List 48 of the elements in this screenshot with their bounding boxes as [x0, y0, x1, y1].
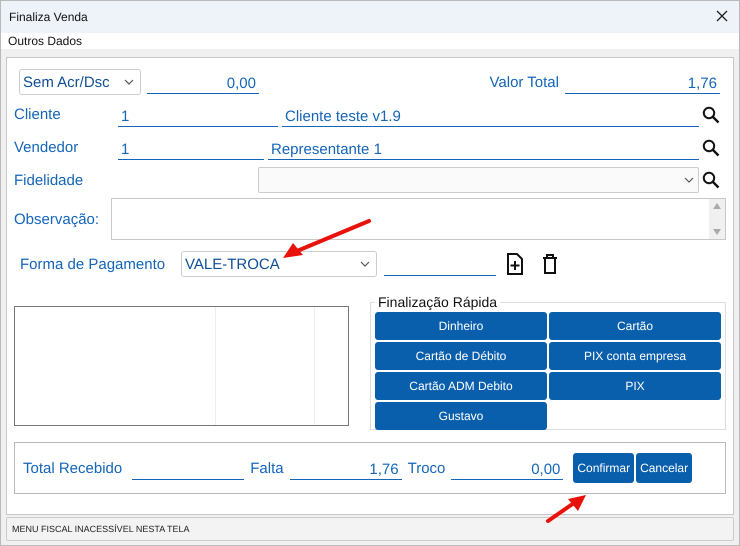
chevron-down-icon	[360, 261, 370, 267]
adjustment-field[interactable]: 0,00	[147, 70, 259, 94]
totals-label: Total Recebido	[23, 460, 122, 476]
name-field[interactable]: Representante 1	[268, 136, 699, 160]
totals-label: Troco	[408, 460, 446, 476]
group-title: Finalização Rápida	[377, 294, 498, 310]
confirm-button[interactable]: Confirmar	[573, 453, 634, 483]
payment-select[interactable]: VALE-TROCA	[181, 251, 377, 277]
status-text: MENU FISCAL INACESSÍVEL NESTA TELA	[12, 524, 190, 534]
name-field[interactable]: Cliente teste v1.9	[282, 102, 699, 126]
add-button[interactable]	[506, 253, 524, 275]
payment-method-button[interactable]: Dinheiro	[375, 312, 547, 340]
lookup-label: Vendedor	[14, 139, 80, 156]
search-icon	[702, 171, 720, 189]
code-field[interactable]: 1	[118, 136, 264, 160]
payment-label: Forma de Pagamento	[20, 256, 166, 272]
payment-method-button[interactable]: PIX	[549, 372, 721, 400]
search-button[interactable]	[702, 106, 720, 124]
search-icon	[702, 106, 720, 124]
payment-method-button[interactable]: Cartão de Débito	[375, 342, 547, 370]
totals-field[interactable]: 0,00	[451, 456, 564, 480]
delete-button[interactable]	[542, 254, 558, 274]
loyalty-label: Fidelidade	[14, 172, 84, 188]
chevron-down-icon	[684, 177, 694, 183]
code-field[interactable]: 1	[118, 102, 278, 126]
totals-field[interactable]: 1,76	[290, 456, 402, 480]
search-icon	[702, 138, 720, 156]
pointer-arrow	[544, 493, 588, 525]
menu-item[interactable]: Outros Dados	[8, 34, 82, 48]
add-file-icon	[506, 253, 524, 275]
payment-method-button[interactable]: Cartão	[549, 312, 721, 340]
search-button[interactable]	[702, 171, 720, 189]
search-button[interactable]	[702, 138, 720, 156]
notes-label: Observação:	[14, 210, 100, 228]
payment-method-button[interactable]: PIX conta empresa	[549, 342, 721, 370]
notes-field[interactable]	[111, 198, 726, 240]
window-title: Finaliza Venda	[9, 10, 88, 24]
trash-icon	[542, 254, 558, 274]
total-field[interactable]: 1,76	[565, 70, 720, 94]
close-icon	[715, 9, 729, 23]
adjustment-select[interactable]: Sem Acr/Dsc	[19, 69, 141, 95]
total-label: Valor Total	[490, 74, 559, 90]
payment-method-button[interactable]: Cartão ADM Debito	[375, 372, 547, 400]
chevron-down-icon	[124, 79, 134, 85]
cancel-button[interactable]: Cancelar	[636, 453, 692, 483]
payment-method-button[interactable]: Gustavo	[375, 402, 547, 430]
totals-label: Falta	[250, 460, 284, 476]
lookup-label: Cliente	[14, 106, 62, 123]
